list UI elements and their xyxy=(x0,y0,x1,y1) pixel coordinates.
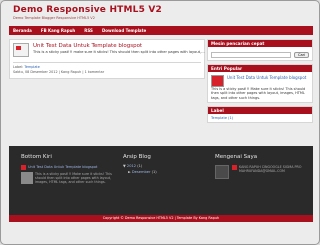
archive-year-link[interactable]: 2012 xyxy=(127,164,136,168)
nav-item-beranda[interactable]: Beranda xyxy=(13,28,32,33)
footer-col-archive: Arsip Blog ▼ 2012 (1) ► Desember (1) xyxy=(123,154,203,175)
post-thumbnail[interactable] xyxy=(13,43,29,57)
post-meta: Label: Template Sabtu, 08 Desember 2012 … xyxy=(13,62,201,75)
archive-year-count: (1) xyxy=(137,164,143,168)
popular-post-link[interactable]: Unit Test Data Untuk Template blogspot xyxy=(227,75,306,87)
footer-post-link[interactable]: Unit Test Data Untuk Template blogspot xyxy=(28,165,97,170)
footer: Bottom Kiri Unit Test Data Untuk Templat… xyxy=(9,146,313,221)
about-title: Mengenai Saya xyxy=(215,154,258,160)
post-label-link[interactable]: Template xyxy=(24,65,39,69)
search-widget-title: Mesin pencarian cepat xyxy=(208,40,312,47)
site-description: Demo Template Blogger Responsive HTML5 V… xyxy=(13,16,95,20)
label-widget-title: Label xyxy=(208,106,312,114)
nav-item-rss[interactable]: RSS xyxy=(84,28,93,33)
blogger-icon xyxy=(21,165,26,170)
blogger-icon xyxy=(232,165,237,170)
footer-col-left: Bottom Kiri Unit Test Data Untuk Templat… xyxy=(21,154,116,185)
post-body: Unit Test Data Untuk Template blogspot T… xyxy=(33,43,205,57)
label-prefix: Label: xyxy=(13,65,24,69)
popular-widget: Entri Popular Unit Test Data Untuk Templ… xyxy=(207,64,313,103)
label-link[interactable]: Template (1) xyxy=(211,116,309,120)
copyright-bar: Copyright © Demo Responsive HTML5 V2 | T… xyxy=(9,215,313,222)
search-button[interactable]: Cari xyxy=(294,52,309,58)
archive-month-link[interactable]: Desember xyxy=(132,170,151,174)
post-date-author: Sabtu, 08 Desember 2012 | Kang Rapuh | 1… xyxy=(13,70,105,74)
popular-post-snippet: This is a sticky post!!! Make sure it st… xyxy=(211,87,306,100)
popular-widget-title: Entri Popular xyxy=(208,65,312,72)
nav-item-fb[interactable]: FB Kang Rapuh xyxy=(41,28,75,33)
footer-col-about: Mengenai Saya KANG RAPUH CINGOOGLE SIGMA… xyxy=(215,154,307,179)
footer-col-left-title: Bottom Kiri xyxy=(21,154,52,160)
nav-item-download[interactable]: Download Template xyxy=(102,28,146,33)
footer-post-thumbnail[interactable] xyxy=(21,172,33,184)
post-title-link[interactable]: Unit Test Data Untuk Template blogspot xyxy=(33,43,205,50)
main-content: Unit Test Data Untuk Template blogspot T… xyxy=(9,39,205,79)
archive-title: Arsip Blog xyxy=(123,154,151,160)
archive-month[interactable]: ► Desember (1) xyxy=(123,169,203,175)
search-input[interactable] xyxy=(211,52,291,58)
page-frame: Demo Responsive HTML5 V2 Demo Template B… xyxy=(0,0,320,245)
profile-text: KANG RAPUH CINGOOGLE SIGMA PRO MAHRUFAND… xyxy=(239,165,302,174)
site-title[interactable]: Demo Responsive HTML5 V2 xyxy=(13,5,162,15)
avatar[interactable] xyxy=(215,165,229,179)
archive-month-count: (1) xyxy=(151,170,157,174)
search-widget: Mesin pencarian cepat Cari xyxy=(207,39,313,61)
nav-bar: Beranda FB Kang Rapuh RSS Download Templ… xyxy=(9,26,313,35)
label-widget: Label Template (1) xyxy=(207,105,313,123)
footer-post-snippet: This is a sticky post!!! Make sure it st… xyxy=(35,172,112,185)
post: Unit Test Data Untuk Template blogspot T… xyxy=(13,43,205,57)
sidebar: Mesin pencarian cepat Cari Entri Popular… xyxy=(207,39,313,126)
post-snippet: This is a sticky post!!! make sure it st… xyxy=(33,50,205,54)
popular-post-thumbnail[interactable] xyxy=(211,75,224,87)
